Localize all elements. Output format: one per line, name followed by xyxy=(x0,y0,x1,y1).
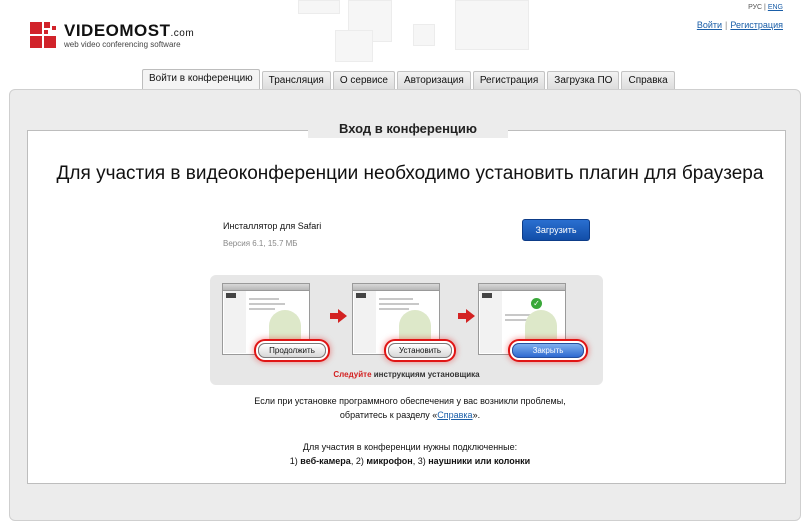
installer-version: Версия 6.1, 15.7 МБ xyxy=(223,239,298,248)
lang-separator: | xyxy=(764,4,766,11)
language-switcher: РУС | ENG xyxy=(748,4,783,11)
req-headphones: наушники или колонки xyxy=(428,456,531,466)
close-button: Закрыть xyxy=(512,343,584,358)
background-decoration xyxy=(455,0,529,50)
installer-name: Инсталлятор для Safari xyxy=(223,221,322,231)
main-panel: Вход в конференцию Для участия в видеоко… xyxy=(9,89,801,521)
requirements-title: Для участия в конференции нужны подключе… xyxy=(302,442,518,452)
page-headline: Для участия в видеоконференции необходим… xyxy=(56,163,764,184)
follow-highlight: Следуйте xyxy=(333,370,372,379)
logo-mark-icon xyxy=(30,22,58,50)
nav-tabs: Войти в конференцию Трансляция О сервисе… xyxy=(142,69,677,90)
background-decoration xyxy=(335,30,373,62)
checkmark-icon: ✓ xyxy=(531,298,542,309)
login-link[interactable]: Войти xyxy=(697,20,722,30)
brand-domain: .com xyxy=(170,28,195,39)
tab-registration[interactable]: Регистрация xyxy=(472,71,546,90)
continue-button: Продолжить xyxy=(258,343,326,358)
help-text: Если при установке программного обеспече… xyxy=(254,396,566,420)
tab-about[interactable]: О сервисе xyxy=(332,71,395,90)
req-webcam: веб-камера xyxy=(300,456,351,466)
req-microphone: микрофон xyxy=(366,456,413,466)
tab-help[interactable]: Справка xyxy=(621,71,675,90)
tab-authorization[interactable]: Авторизация xyxy=(396,71,471,90)
tab-join-conference[interactable]: Войти в конференцию xyxy=(142,69,260,90)
brand-name: VIDEOMOST.com xyxy=(64,21,195,40)
lang-ru[interactable]: РУС xyxy=(748,4,762,11)
auth-separator: | xyxy=(725,20,728,30)
follow-instructions-text: Следуйте инструкциям установщика xyxy=(333,370,480,379)
install-steps: Продолжить Установить ✓ Закрыть Следуйте… xyxy=(210,275,603,385)
logo[interactable]: VIDEOMOST.com web video conferencing sof… xyxy=(30,22,194,50)
install-button: Установить xyxy=(388,343,452,358)
register-link[interactable]: Регистрация xyxy=(730,20,783,30)
download-button[interactable]: Загрузить xyxy=(522,219,590,241)
tab-downloads[interactable]: Загрузка ПО xyxy=(547,71,620,90)
section-title: Вход в конференцию xyxy=(308,119,508,138)
auth-links: Войти | Регистрация xyxy=(697,20,783,30)
tab-broadcast[interactable]: Трансляция xyxy=(261,71,331,90)
lang-en[interactable]: ENG xyxy=(768,4,783,11)
background-decoration xyxy=(413,24,435,46)
requirements-list: 1) веб-камера, 2) микрофон, 3) наушники … xyxy=(289,456,531,466)
help-link[interactable]: Справка xyxy=(437,410,472,420)
background-decoration xyxy=(298,0,340,14)
brand-tagline: web video conferencing software xyxy=(64,40,181,49)
requirements-text: Для участия в конференции нужны подключе… xyxy=(170,440,650,468)
